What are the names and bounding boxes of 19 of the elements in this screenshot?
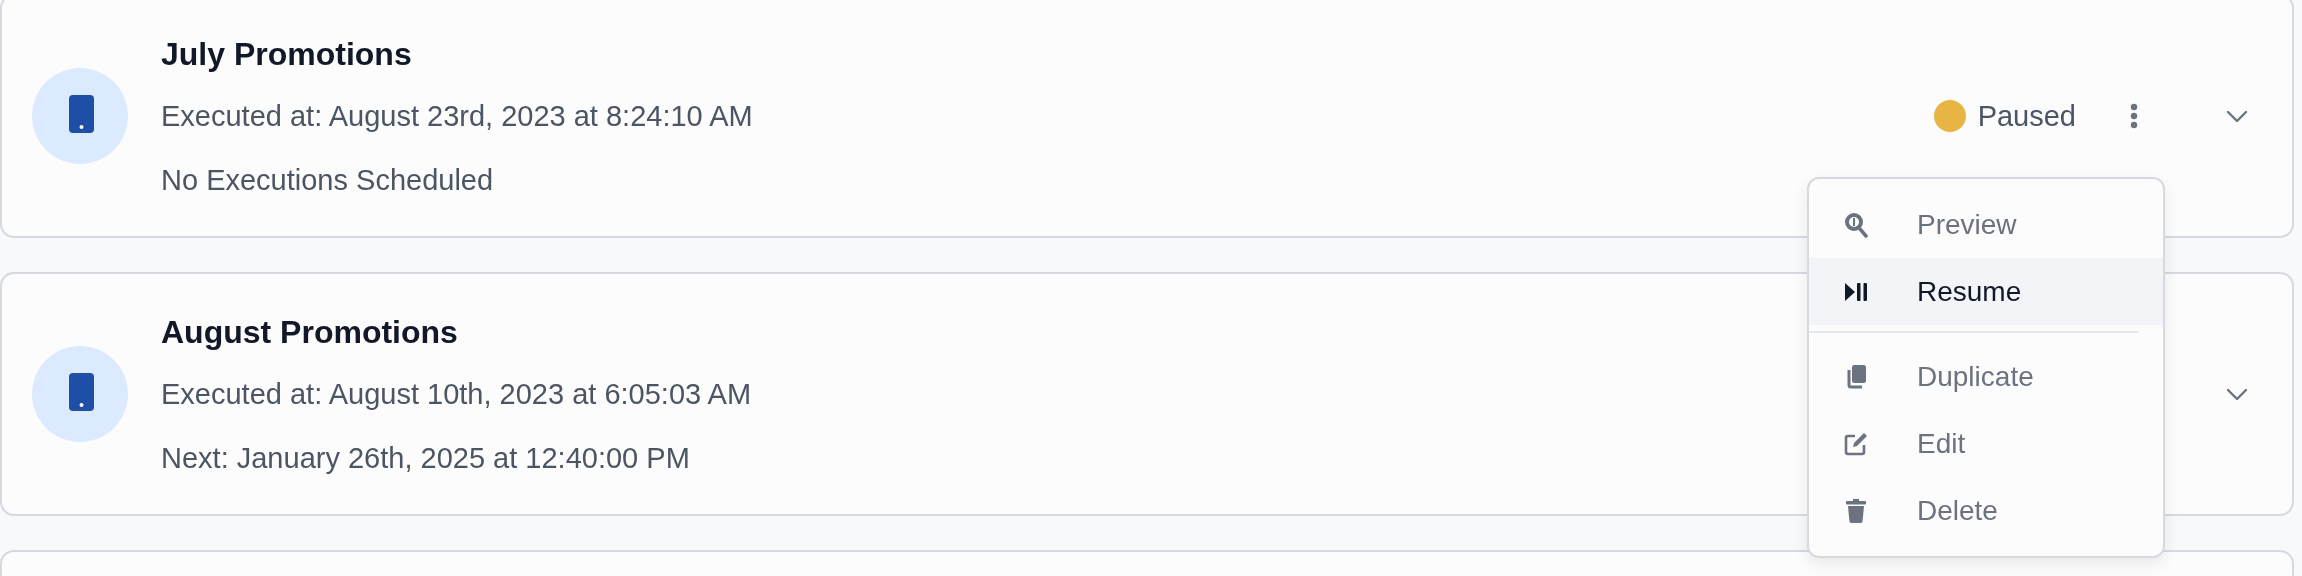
- menu-item[interactable]: Edit: [1809, 410, 2163, 477]
- next-execution-text: No Executions Scheduled: [161, 162, 494, 198]
- campaign-title: July Promotions: [161, 36, 412, 74]
- menu-item[interactable]: Duplicate: [1809, 343, 2163, 410]
- menu-item[interactable]: Delete: [1809, 477, 2163, 544]
- menu-item[interactable]: Resume: [1809, 258, 2163, 325]
- menu-item[interactable]: Preview: [1809, 191, 2163, 258]
- search-icon: [1844, 211, 1868, 238]
- phone-icon: [32, 346, 128, 442]
- campaign-title: August Promotions: [161, 314, 458, 352]
- phone-icon: [32, 68, 128, 164]
- copy-icon: [1845, 363, 1867, 390]
- executed-at-text: Executed at: August 10th, 2023 at 6:05:03 AM: [161, 376, 752, 412]
- edit-icon: [1844, 431, 1868, 456]
- executed-at-text: Executed at: August 23rd, 2023 at 8:24:10 AM: [161, 98, 753, 134]
- next-execution-text: Next: January 26th, 2025 at 12:40:00 PM: [161, 440, 690, 476]
- status-label: Paused: [1977, 99, 2076, 133]
- trash-icon: [1846, 498, 1866, 523]
- play-pause-icon: [1844, 281, 1868, 302]
